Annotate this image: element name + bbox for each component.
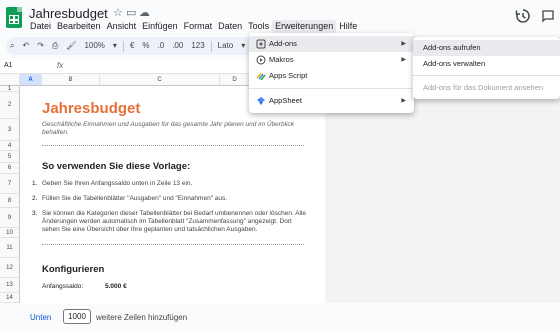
- toolbar-divider: [122, 40, 124, 52]
- addons-submenu: Add-ons aufrufen Add-ons verwalten Add-o…: [413, 37, 560, 99]
- sheet-background-fill: [325, 86, 560, 303]
- section-heading-configure[interactable]: Konfigurieren: [42, 264, 104, 275]
- zoom-select[interactable]: 100%: [80, 37, 108, 55]
- submenu-arrow-icon: ▶: [401, 41, 406, 47]
- sheet-title[interactable]: Jahresbudget: [42, 100, 140, 117]
- add-rows-bar: Unten 1000 weitere Zeilen hinzufügen: [0, 303, 560, 333]
- extensions-menu: Add-ons ▶ Makros ▶ Apps Script AppSheet …: [249, 33, 414, 113]
- step-text[interactable]: Füllen Sie die Tabellenblätter "Ausgaben…: [42, 195, 307, 203]
- menu-ansicht[interactable]: Ansicht: [104, 20, 140, 34]
- menu-datei[interactable]: Datei: [27, 20, 54, 34]
- toolbar-divider: [210, 40, 212, 52]
- sheets-logo-icon[interactable]: [6, 7, 22, 28]
- row-header[interactable]: 5: [0, 151, 20, 163]
- menu-erweiterungen[interactable]: Erweiterungen: [272, 20, 337, 34]
- apps-script-icon: [256, 72, 266, 81]
- menu-item-addons[interactable]: Add-ons ▶: [249, 36, 414, 52]
- menu-bar: Datei Bearbeiten Ansicht Einfügen Format…: [27, 20, 360, 34]
- menu-item-manage-addons[interactable]: Add-ons verwalten: [413, 56, 560, 72]
- scroll-to-bottom-link[interactable]: Unten: [30, 313, 51, 322]
- row-header[interactable]: 8: [0, 194, 20, 208]
- row-header[interactable]: 2: [0, 92, 20, 119]
- menu-hilfe[interactable]: Hilfe: [336, 20, 360, 34]
- opening-balance-value[interactable]: 5.000 €: [105, 283, 127, 290]
- step-text[interactable]: Geben Sie Ihren Anfangssaldo unten in Ze…: [42, 180, 307, 188]
- menu-bearbeiten[interactable]: Bearbeiten: [54, 20, 104, 34]
- section-heading-usage[interactable]: So verwenden Sie diese Vorlage:: [42, 161, 190, 172]
- play-circle-icon: [256, 55, 266, 65]
- rows-count-input[interactable]: 1000: [63, 309, 91, 324]
- comments-icon[interactable]: [541, 9, 555, 23]
- row-header[interactable]: 12: [0, 258, 20, 278]
- search-menus-icon[interactable]: ⌕: [6, 37, 18, 55]
- dotted-divider: [42, 244, 304, 245]
- cloud-status-icon[interactable]: ☁: [139, 6, 150, 19]
- column-header-b[interactable]: B: [42, 74, 100, 86]
- row-header[interactable]: 10: [0, 228, 20, 238]
- step-number: 2.: [32, 195, 38, 202]
- step-number: 3.: [32, 210, 38, 217]
- column-header-a[interactable]: A: [20, 74, 42, 86]
- addons-icon: [256, 39, 266, 49]
- star-icon[interactable]: ☆: [113, 6, 123, 19]
- row-header[interactable]: 6: [0, 163, 20, 174]
- increase-decimal-button[interactable]: .00: [168, 37, 187, 55]
- decrease-decimal-button[interactable]: .0: [154, 37, 169, 55]
- menu-item-appsheet[interactable]: AppSheet ▶: [249, 93, 414, 109]
- row-header[interactable]: 4: [0, 141, 20, 151]
- version-history-icon[interactable]: [515, 8, 531, 24]
- column-header-c[interactable]: C: [100, 74, 220, 86]
- column-header-d[interactable]: D: [220, 74, 250, 86]
- menu-item-makros[interactable]: Makros ▶: [249, 52, 414, 68]
- dotted-divider: [42, 145, 304, 146]
- redo-icon[interactable]: ↷: [33, 37, 48, 55]
- appsheet-icon: [257, 97, 265, 105]
- menu-daten[interactable]: Daten: [215, 20, 245, 34]
- cell-reference[interactable]: A1: [4, 62, 13, 69]
- row-header[interactable]: 3: [0, 119, 20, 141]
- step-number: 1.: [32, 180, 38, 187]
- title-bar: Jahresbudget ☆ ▭ ☁ Datei Bearbeiten Ansi…: [0, 0, 560, 34]
- row-header[interactable]: 7: [0, 174, 20, 194]
- undo-icon[interactable]: ↶: [18, 37, 33, 55]
- menu-tools[interactable]: Tools: [245, 20, 272, 34]
- number-format-button[interactable]: 123: [187, 37, 208, 55]
- menu-einfuegen[interactable]: Einfügen: [139, 20, 181, 34]
- move-to-folder-icon[interactable]: ▭: [126, 6, 136, 19]
- select-all-corner[interactable]: [0, 74, 20, 86]
- print-icon[interactable]: ⎙: [48, 37, 62, 55]
- document-title[interactable]: Jahresbudget: [29, 6, 108, 21]
- menu-divider: [413, 75, 560, 76]
- chevron-down-icon[interactable]: ▾: [109, 37, 121, 55]
- submenu-arrow-icon: ▶: [401, 98, 406, 104]
- submenu-arrow-icon: ▶: [401, 57, 406, 63]
- row-header[interactable]: 13: [0, 278, 20, 293]
- menu-item-document-addons: Add-ons für das Dokument ansehen: [423, 83, 544, 92]
- chevron-down-icon[interactable]: ▾: [237, 37, 249, 55]
- add-rows-button[interactable]: weitere Zeilen hinzufügen: [96, 313, 187, 322]
- fx-icon: fx: [57, 61, 64, 70]
- paint-format-icon[interactable]: 🖌: [62, 37, 80, 55]
- menu-format[interactable]: Format: [181, 20, 216, 34]
- row-header[interactable]: 14: [0, 293, 20, 303]
- menu-item-apps-script[interactable]: Apps Script: [249, 68, 414, 84]
- opening-balance-label[interactable]: Anfangssaldo:: [42, 283, 83, 290]
- sheet-subtitle[interactable]: Geschäftliche Einnahmen und Ausgaben für…: [42, 121, 322, 137]
- currency-format-button[interactable]: €: [126, 37, 138, 55]
- font-select[interactable]: Lato: [214, 37, 238, 55]
- step-text[interactable]: Sie können die Kategorien dieser Tabelle…: [42, 210, 307, 234]
- menu-item-get-addons[interactable]: Add-ons aufrufen: [413, 40, 560, 56]
- row-header[interactable]: 11: [0, 238, 20, 258]
- menu-divider: [249, 88, 414, 89]
- row-header[interactable]: 9: [0, 208, 20, 228]
- percent-format-button[interactable]: %: [138, 37, 153, 55]
